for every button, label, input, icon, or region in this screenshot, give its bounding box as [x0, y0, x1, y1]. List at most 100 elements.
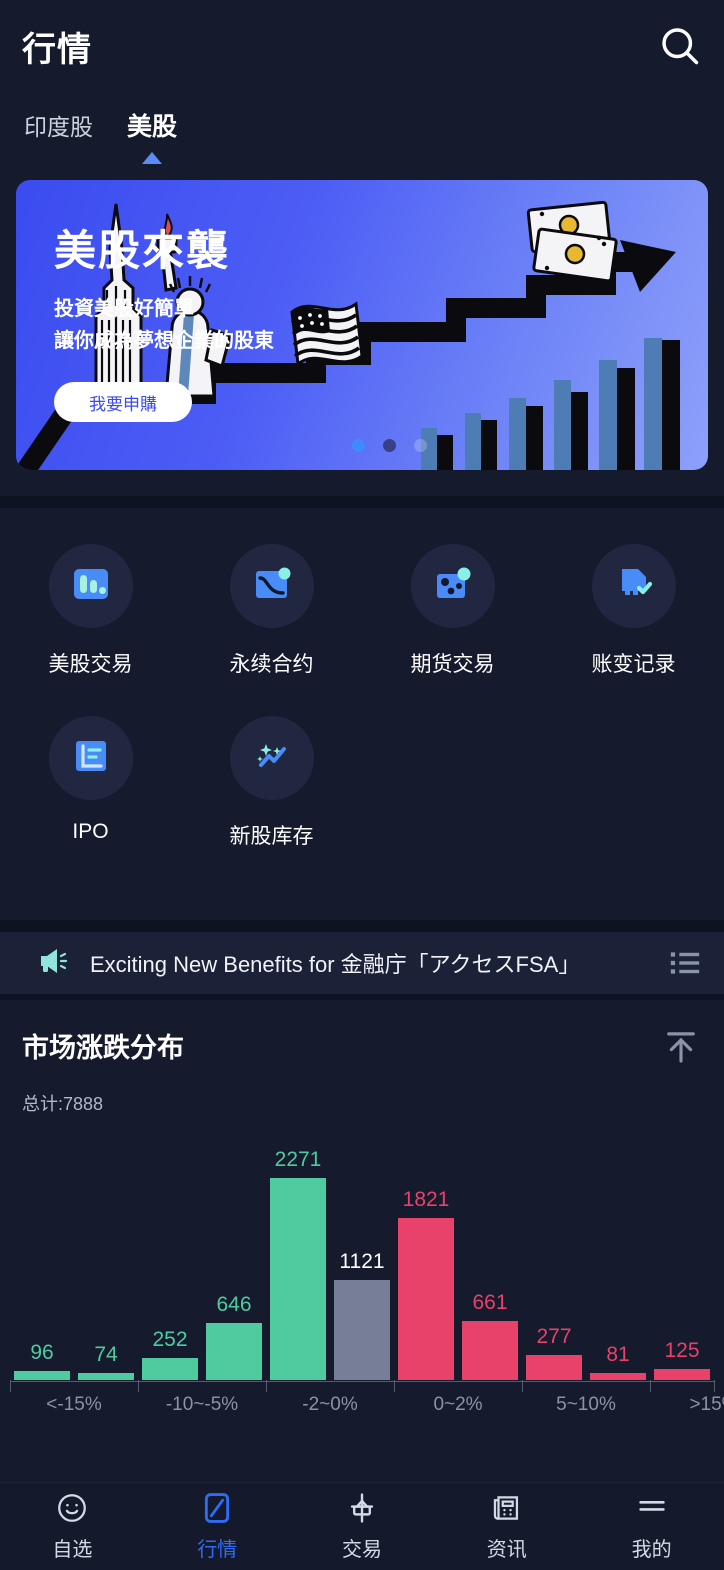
quick-action-label: 永续合约: [229, 653, 314, 676]
carousel-dot[interactable]: [383, 439, 396, 452]
list-icon[interactable]: [668, 946, 702, 980]
market-tabs: 印度股 美股: [0, 92, 724, 180]
market-distribution-section: 市场涨跌分布 总计:7888 96 74 252 646 2271 1121 1821 661…: [0, 1000, 724, 1482]
quick-action-label: 新股库存: [229, 825, 314, 848]
page-title: 行情: [22, 30, 92, 69]
banner-subline-1: 投資美股好簡單: [54, 298, 194, 320]
chart-bar-value-label: 277: [536, 1325, 572, 1349]
chart-bar-column[interactable]: 277: [522, 1142, 586, 1380]
tab-active-indicator: [142, 152, 162, 164]
chart-title: 市场涨跌分布: [22, 1033, 184, 1063]
chart-bar-value-label: 1821: [402, 1188, 450, 1212]
megaphone-icon: [36, 944, 70, 983]
distribution-bar-chart[interactable]: 96 74 252 646 2271 1121 1821 661 277 81 125 <-15% -…: [0, 1122, 724, 1422]
chart-bar-column[interactable]: 81: [586, 1142, 650, 1380]
chart-bar-column[interactable]: 96: [10, 1142, 74, 1380]
quick-action-label: IPO: [72, 820, 109, 843]
chart-bar-column[interactable]: 2271: [266, 1142, 330, 1380]
chart-bar: [142, 1357, 198, 1380]
chart-axis-tick: [714, 1380, 715, 1392]
quick-actions-section: 美股交易 永续合约 期货交易 账变记录 IPO 新股库存: [0, 508, 724, 920]
bar-chart-icon: [68, 561, 114, 612]
icon-circle: [229, 544, 314, 628]
carousel-dot[interactable]: [352, 439, 365, 452]
chart-bar-value-label: 125: [664, 1338, 700, 1362]
nav-item-profile[interactable]: 我的: [579, 1491, 724, 1562]
icon-circle: [591, 544, 676, 628]
chart-axis-ticks: [10, 1380, 715, 1392]
nav-item-news[interactable]: 资讯: [434, 1491, 579, 1562]
quick-action-account-records[interactable]: 账变记录: [543, 544, 724, 678]
tab-india-stocks[interactable]: 印度股: [24, 110, 93, 164]
quote-chart-icon: [200, 1491, 234, 1525]
scatter-dots-icon: [430, 561, 476, 612]
chart-bar-column[interactable]: 74: [74, 1142, 138, 1380]
quick-action-ipo[interactable]: IPO: [0, 716, 181, 850]
chart-bar: [14, 1371, 70, 1380]
report-book-icon: [68, 733, 114, 784]
section-divider: [0, 496, 724, 508]
search-icon[interactable]: [658, 24, 702, 68]
icon-circle: [229, 716, 314, 800]
quick-action-futures-trading[interactable]: 期货交易: [362, 544, 543, 678]
nav-item-watchlist[interactable]: 自选: [0, 1491, 145, 1562]
chart-total-label: 总计:7888: [22, 1094, 104, 1114]
chart-x-label: -2~0%: [302, 1394, 358, 1415]
menu-lines-icon: [635, 1491, 669, 1525]
nav-label: 我的: [631, 1539, 672, 1561]
subscribe-button[interactable]: 我要申購: [54, 382, 192, 422]
chart-bar: [590, 1372, 646, 1380]
header: 行情: [0, 0, 724, 92]
quick-action-label: 账变记录: [591, 653, 676, 676]
chart-x-label: >15%: [689, 1394, 724, 1415]
chart-x-label: 0~2%: [433, 1394, 483, 1415]
chart-bar-column[interactable]: 1821: [394, 1142, 458, 1380]
smiley-face-icon: [55, 1491, 89, 1525]
chart-bar-column[interactable]: 661: [458, 1142, 522, 1380]
tab-label: 印度股: [24, 114, 93, 140]
chart-bar: [462, 1321, 518, 1380]
chart-bar: [270, 1178, 326, 1380]
icon-circle: [48, 544, 133, 628]
chart-bar: [398, 1218, 454, 1380]
chart-bar: [526, 1355, 582, 1380]
chart-bar-value-label: 661: [472, 1291, 508, 1315]
chart-bar-column[interactable]: 646: [202, 1142, 266, 1380]
promo-banner-wrapper: 美股來襲 投資美股好簡單 讓你成為夢想企業的股東 我要申購: [0, 180, 724, 470]
newspaper-icon: [490, 1491, 524, 1525]
banner-text-block: 美股來襲 投資美股好簡單 讓你成為夢想企業的股東 我要申購: [54, 224, 274, 422]
chart-bar-value-label: 96: [30, 1341, 54, 1365]
promo-banner[interactable]: 美股來襲 投資美股好簡單 讓你成為夢想企業的股東 我要申購: [16, 180, 708, 470]
chart-bars: 96 74 252 646 2271 1121 1821 661 277 81 125: [10, 1142, 714, 1380]
nav-label: 交易: [341, 1539, 382, 1561]
nav-item-trade[interactable]: 交易: [290, 1491, 435, 1562]
chart-bar-column[interactable]: 252: [138, 1142, 202, 1380]
chart-header: 市场涨跌分布: [0, 1026, 724, 1068]
chart-bar-value-label: 252: [152, 1327, 188, 1351]
curve-chart-icon: [249, 561, 295, 612]
news-ticker[interactable]: Exciting New Benefits for 金融庁「アクセスFSA」: [0, 932, 724, 994]
trade-icon: [345, 1491, 379, 1525]
quick-actions-grid: 美股交易 永续合约 期货交易 账变记录 IPO 新股库存: [0, 544, 724, 850]
document-check-icon: [611, 561, 657, 612]
tab-us-stocks[interactable]: 美股: [127, 110, 177, 164]
quick-action-us-trading[interactable]: 美股交易: [0, 544, 181, 678]
quick-action-new-stock-inventory[interactable]: 新股库存: [181, 716, 362, 850]
chart-bar-column[interactable]: 1121: [330, 1142, 394, 1380]
chart-bar: [206, 1322, 262, 1380]
icon-circle: [410, 544, 495, 628]
nav-item-quotes[interactable]: 行情: [145, 1491, 290, 1562]
chart-axis-tick: [394, 1380, 395, 1392]
scroll-to-top-icon[interactable]: [660, 1026, 702, 1068]
chart-x-label: <-15%: [46, 1394, 102, 1415]
quick-action-perpetual-contract[interactable]: 永续合约: [181, 544, 362, 678]
chart-bar: [78, 1373, 134, 1380]
banner-subline-2: 讓你成為夢想企業的股東: [54, 330, 274, 352]
quick-action-label: 期货交易: [410, 653, 495, 676]
chart-bar-column[interactable]: 125: [650, 1142, 714, 1380]
news-ticker-text: Exciting New Benefits for 金融庁「アクセスFSA」: [90, 952, 581, 977]
carousel-dot[interactable]: [414, 439, 427, 452]
chart-bar-value-label: 646: [216, 1292, 252, 1316]
chart-x-label: -10~-5%: [165, 1394, 239, 1415]
chart-axis-tick: [10, 1380, 11, 1392]
